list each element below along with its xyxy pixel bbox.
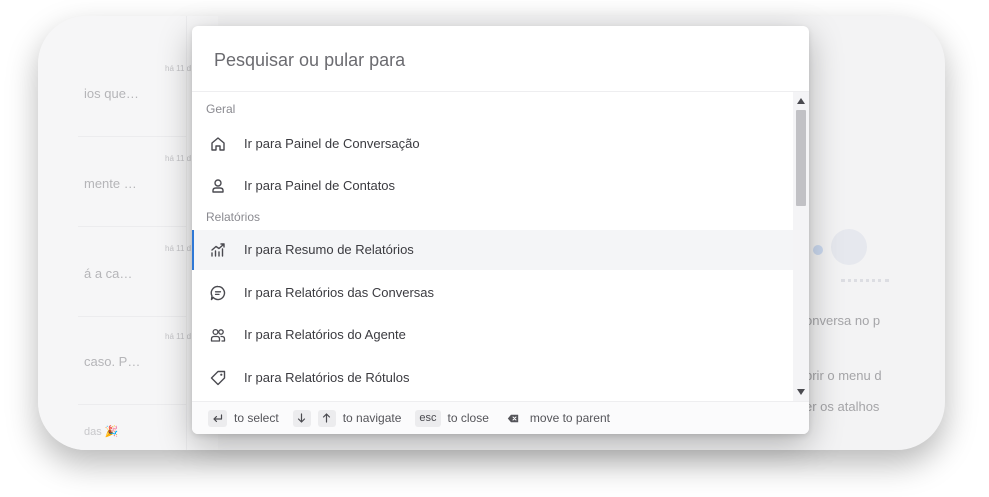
search-box — [192, 26, 809, 92]
command-label: Ir para Relatórios de Rótulos — [244, 370, 410, 385]
hint-close: to close — [447, 411, 489, 425]
column-divider — [186, 16, 187, 450]
chat-icon — [210, 285, 226, 301]
search-input[interactable] — [212, 44, 776, 76]
command-item-label-reports[interactable]: Ir para Relatórios de Rótulos — [192, 358, 793, 398]
chart-icon — [211, 243, 225, 257]
scroll-up-arrow-icon[interactable] — [797, 98, 805, 104]
conversation-snippet[interactable]: mente … — [84, 176, 137, 191]
command-item-conversations[interactable]: Ir para Painel de Conversação — [192, 124, 793, 164]
hint-parent: move to parent — [529, 411, 610, 425]
backspace-key-icon — [503, 410, 523, 427]
section-title-relatorios: Relatórios — [206, 210, 261, 224]
conversation-snippet[interactable]: ios que… — [84, 86, 139, 101]
empty-state-illustration — [813, 221, 893, 291]
command-label: Ir para Resumo de Relatórios — [244, 242, 414, 257]
command-label: Ir para Painel de Contatos — [244, 178, 396, 193]
onboarding-text: onversa no p — [805, 313, 881, 328]
agents-icon — [210, 328, 226, 342]
esc-key: esc — [415, 409, 441, 427]
shortcut-hints: to select to navigate esc to close move … — [192, 401, 809, 434]
scroll-thumb[interactable] — [796, 110, 806, 206]
command-palette: Geral Ir para Painel de Conversação Ir p… — [192, 26, 809, 434]
hint-navigate: to navigate — [342, 411, 402, 425]
conversation-time: há 11 d — [165, 64, 192, 73]
arrow-up-icon — [317, 409, 336, 427]
divider — [78, 404, 186, 405]
home-icon — [211, 137, 225, 151]
conversation-snippet[interactable]: caso. P… — [84, 354, 140, 369]
command-item-agent-reports[interactable]: Ir para Relatórios do Agente — [192, 315, 793, 355]
command-label: Ir para Painel de Conversação — [244, 136, 420, 151]
conversation-snippet[interactable]: á a ca… — [84, 266, 132, 281]
command-label: Ir para Relatórios do Agente — [244, 327, 406, 342]
command-label: Ir para Relatórios das Conversas — [244, 285, 435, 300]
enter-key-icon — [208, 409, 227, 427]
conversation-snippet[interactable]: das 🎉 — [84, 425, 119, 438]
command-list: Geral Ir para Painel de Conversação Ir p… — [192, 92, 793, 401]
conversation-time: há 11 d — [165, 332, 192, 341]
command-item-reports-overview[interactable]: Ir para Resumo de Relatórios — [192, 230, 793, 270]
scrollbar[interactable] — [793, 92, 809, 401]
divider — [78, 136, 186, 137]
onboarding-text: er os atalhos — [805, 399, 880, 414]
divider — [78, 226, 186, 227]
hint-select: to select — [234, 411, 279, 425]
section-title-geral: Geral — [206, 102, 236, 116]
command-item-contacts[interactable]: Ir para Painel de Contatos — [192, 166, 793, 206]
contact-icon — [212, 179, 224, 193]
scroll-down-arrow-icon[interactable] — [797, 389, 805, 395]
conversation-time: há 11 d — [165, 154, 192, 163]
command-item-conversation-reports[interactable]: Ir para Relatórios das Conversas — [192, 273, 793, 313]
divider — [78, 316, 186, 317]
tag-icon — [210, 370, 226, 386]
onboarding-text: brir o menu d — [805, 368, 882, 383]
arrow-down-icon — [292, 409, 311, 427]
conversation-list: há 11 d ios que… há 11 d mente … há 11 d… — [38, 16, 218, 450]
conversation-time: há 11 d — [165, 244, 192, 253]
